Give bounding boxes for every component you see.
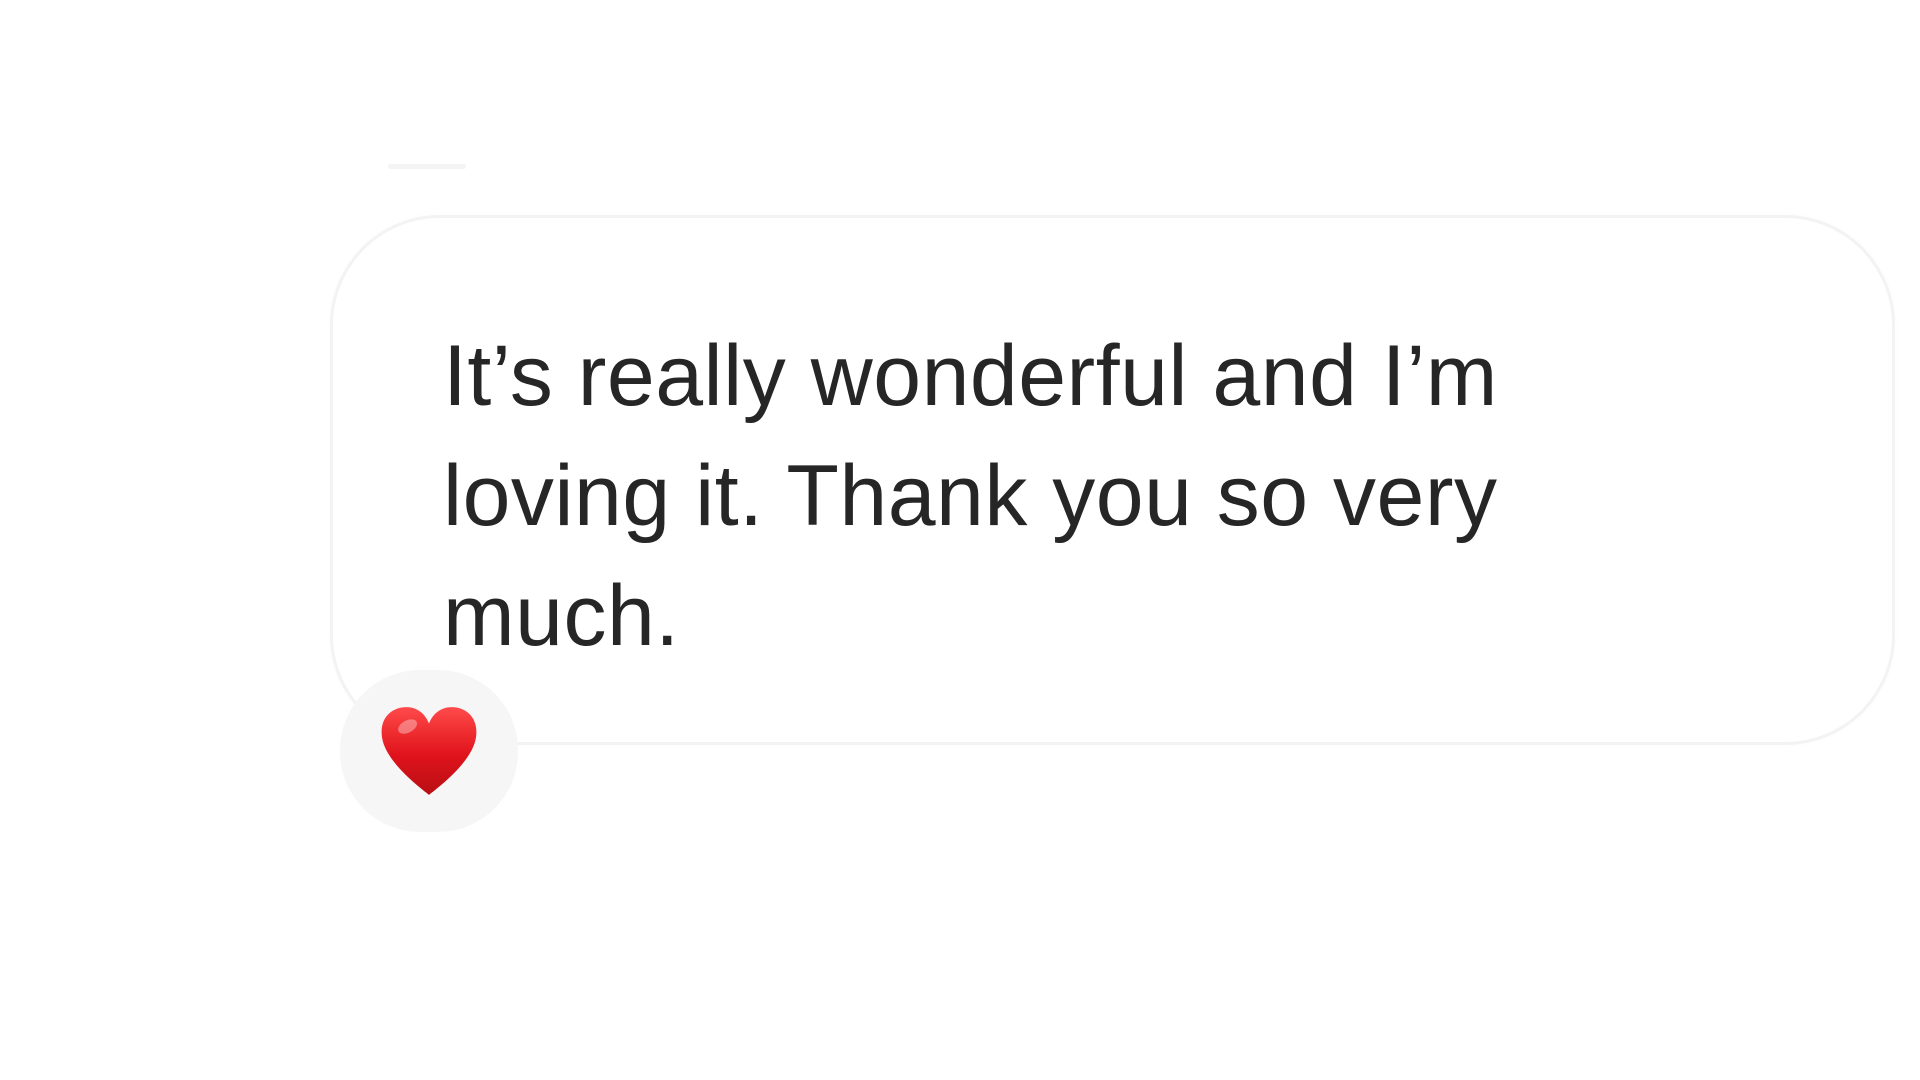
message-text: It’s really wonderful and I’m loving it.… (443, 328, 1498, 664)
divider (388, 164, 466, 169)
reaction-badge[interactable] (340, 670, 518, 832)
message-bubble[interactable]: It’s really wonderful and I’m loving it.… (330, 215, 1895, 745)
heart-icon (381, 707, 477, 795)
message-view: It’s really wonderful and I’m loving it.… (0, 0, 1920, 1080)
